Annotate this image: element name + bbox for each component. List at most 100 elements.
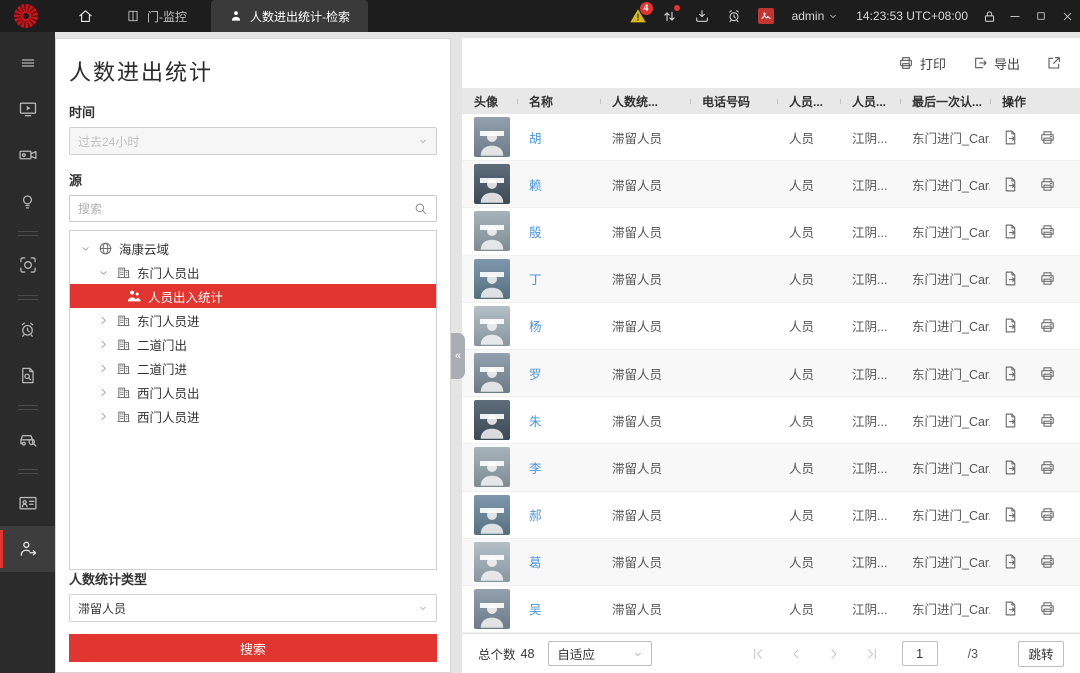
export-record-icon[interactable] — [1002, 459, 1019, 476]
table-row[interactable]: 胡 滞留人员 人员 江阴... 东门进门_Car... — [462, 114, 1080, 161]
table-row[interactable]: 李 滞留人员 人员 江阴... 东门进门_Car... — [462, 444, 1080, 491]
print-button[interactable]: 打印 — [898, 54, 946, 73]
minimize-button[interactable] — [1002, 0, 1028, 32]
person-name-link[interactable]: 殷 — [529, 226, 542, 240]
person-name-link[interactable]: 李 — [529, 462, 542, 476]
print-record-icon[interactable] — [1039, 553, 1056, 570]
home-button[interactable] — [68, 0, 102, 32]
table-row[interactable]: 罗 滞留人员 人员 江阴... 东门进门_Car... — [462, 350, 1080, 397]
download-center-button[interactable] — [686, 0, 718, 32]
sidebar-item-alarm[interactable] — [0, 306, 55, 352]
tree-item-second-gate-out[interactable]: 二道门出 — [70, 332, 436, 356]
col-person-type[interactable]: 人员... — [777, 93, 840, 110]
search-button[interactable]: 搜索 — [69, 634, 437, 662]
person-name-link[interactable]: 杨 — [529, 320, 542, 334]
sidebar-item-log-search[interactable] — [0, 352, 55, 398]
lock-button[interactable] — [976, 0, 1002, 32]
jump-button[interactable]: 跳转 — [1018, 641, 1064, 667]
export-record-icon[interactable] — [1002, 365, 1019, 382]
video-wall-button[interactable] — [750, 0, 782, 32]
print-record-icon[interactable] — [1039, 176, 1056, 193]
table-row[interactable]: 吴 滞留人员 人员 江阴... 东门进门_Car... — [462, 586, 1080, 633]
export-record-icon[interactable] — [1002, 412, 1019, 429]
export-record-icon[interactable] — [1002, 270, 1019, 287]
person-name-link[interactable]: 郝 — [529, 509, 542, 523]
export-record-icon[interactable] — [1002, 600, 1019, 617]
close-button[interactable] — [1054, 0, 1080, 32]
sidebar-item-smart[interactable] — [0, 178, 55, 224]
table-row[interactable]: 朱 滞留人员 人员 江阴... 东门进门_Car... — [462, 397, 1080, 444]
col-stat-type[interactable]: 人数统... — [600, 93, 690, 110]
user-menu[interactable]: admin — [782, 9, 849, 23]
col-phone[interactable]: 电话号码 — [690, 93, 777, 110]
first-page-button[interactable] — [750, 646, 766, 662]
export-record-icon[interactable] — [1002, 317, 1019, 334]
tree-item-east-gate-in[interactable]: 东门人员进 — [70, 308, 436, 332]
sidebar-item-face-recognition[interactable] — [0, 242, 55, 288]
print-record-icon[interactable] — [1039, 600, 1056, 617]
page-size-select[interactable]: 自适应 — [548, 641, 652, 666]
print-record-icon[interactable] — [1039, 365, 1056, 382]
person-name-link[interactable]: 赖 — [529, 179, 542, 193]
next-page-button[interactable] — [826, 646, 842, 662]
tree-item-west-gate-in[interactable]: 西门人员进 — [70, 404, 436, 428]
sidebar-item-people-flow[interactable] — [0, 526, 55, 572]
table-row[interactable]: 丁 滞留人员 人员 江阴... 东门进门_Car... — [462, 256, 1080, 303]
person-type-cell: 人员 — [777, 316, 840, 335]
print-record-icon[interactable] — [1039, 223, 1056, 240]
export-record-icon[interactable] — [1002, 176, 1019, 193]
export-record-icon[interactable] — [1002, 553, 1019, 570]
sidebar-item-monitoring[interactable] — [0, 86, 55, 132]
tree-item-second-gate-in[interactable]: 二道门进 — [70, 356, 436, 380]
col-person-org[interactable]: 人员... — [840, 93, 900, 110]
export-record-icon[interactable] — [1002, 223, 1019, 240]
print-record-icon[interactable] — [1039, 270, 1056, 287]
print-record-icon[interactable] — [1039, 317, 1056, 334]
col-last-auth[interactable]: 最后一次认... — [900, 93, 990, 110]
print-record-icon[interactable] — [1039, 412, 1056, 429]
print-record-icon[interactable] — [1039, 129, 1056, 146]
last-page-button[interactable] — [864, 646, 880, 662]
export-record-icon[interactable] — [1002, 506, 1019, 523]
person-name-link[interactable]: 吴 — [529, 603, 542, 617]
print-record-icon[interactable] — [1039, 459, 1056, 476]
transfer-status-button[interactable] — [654, 0, 686, 32]
sidebar-item-id-card[interactable] — [0, 480, 55, 526]
expand-view-button[interactable] — [1046, 55, 1062, 71]
col-operation[interactable]: 操作 — [990, 93, 1080, 110]
collapse-panel-handle[interactable]: « — [451, 333, 465, 379]
maximize-button[interactable] — [1028, 0, 1054, 32]
person-name-link[interactable]: 丁 — [529, 273, 542, 287]
person-name-link[interactable]: 胡 — [529, 132, 542, 146]
time-range-select[interactable]: 过去24小时 — [69, 127, 437, 155]
col-name[interactable]: 名称 — [517, 93, 600, 110]
source-search-input[interactable] — [78, 202, 413, 216]
page-number-input[interactable] — [902, 641, 938, 666]
table-row[interactable]: 杨 滞留人员 人员 江阴... 东门进门_Car... — [462, 303, 1080, 350]
tree-item-east-gate-out[interactable]: 东门人员出 — [70, 260, 436, 284]
export-record-icon[interactable] — [1002, 129, 1019, 146]
person-name-link[interactable]: 罗 — [529, 368, 542, 382]
tree-item-cloud-domain[interactable]: 海康云域 — [70, 236, 436, 260]
sidebar-item-camera[interactable] — [0, 132, 55, 178]
export-button[interactable]: 导出 — [972, 54, 1020, 73]
table-row[interactable]: 赖 滞留人员 人员 江阴... 东门进门_Car... — [462, 161, 1080, 208]
tab-door-monitor[interactable]: 门-监控 — [108, 0, 205, 32]
tree-item-west-gate-out[interactable]: 西门人员出 — [70, 380, 436, 404]
alarm-center-button[interactable] — [718, 0, 750, 32]
print-record-icon[interactable] — [1039, 506, 1056, 523]
prev-page-button[interactable] — [788, 646, 804, 662]
sidebar-item-vehicle-search[interactable] — [0, 416, 55, 462]
col-avatar[interactable]: 头像 — [462, 93, 517, 110]
sidebar-menu-button[interactable] — [0, 40, 55, 86]
tab-people-statistics-search[interactable]: 人数进出统计-检索 — [211, 0, 368, 32]
alarm-warning-button[interactable]: 4 — [622, 0, 654, 32]
lock-icon — [982, 9, 997, 24]
table-row[interactable]: 葛 滞留人员 人员 江阴... 东门进门_Car... — [462, 539, 1080, 586]
tree-item-people-inout-statistics[interactable]: 人员出入统计 — [70, 284, 436, 308]
person-name-link[interactable]: 葛 — [529, 556, 542, 570]
table-row[interactable]: 殷 滞留人员 人员 江阴... 东门进门_Car... — [462, 208, 1080, 255]
stat-type-select[interactable]: 滞留人员 — [69, 594, 437, 622]
person-name-link[interactable]: 朱 — [529, 415, 542, 429]
table-row[interactable]: 郝 滞留人员 人员 江阴... 东门进门_Car... — [462, 492, 1080, 539]
